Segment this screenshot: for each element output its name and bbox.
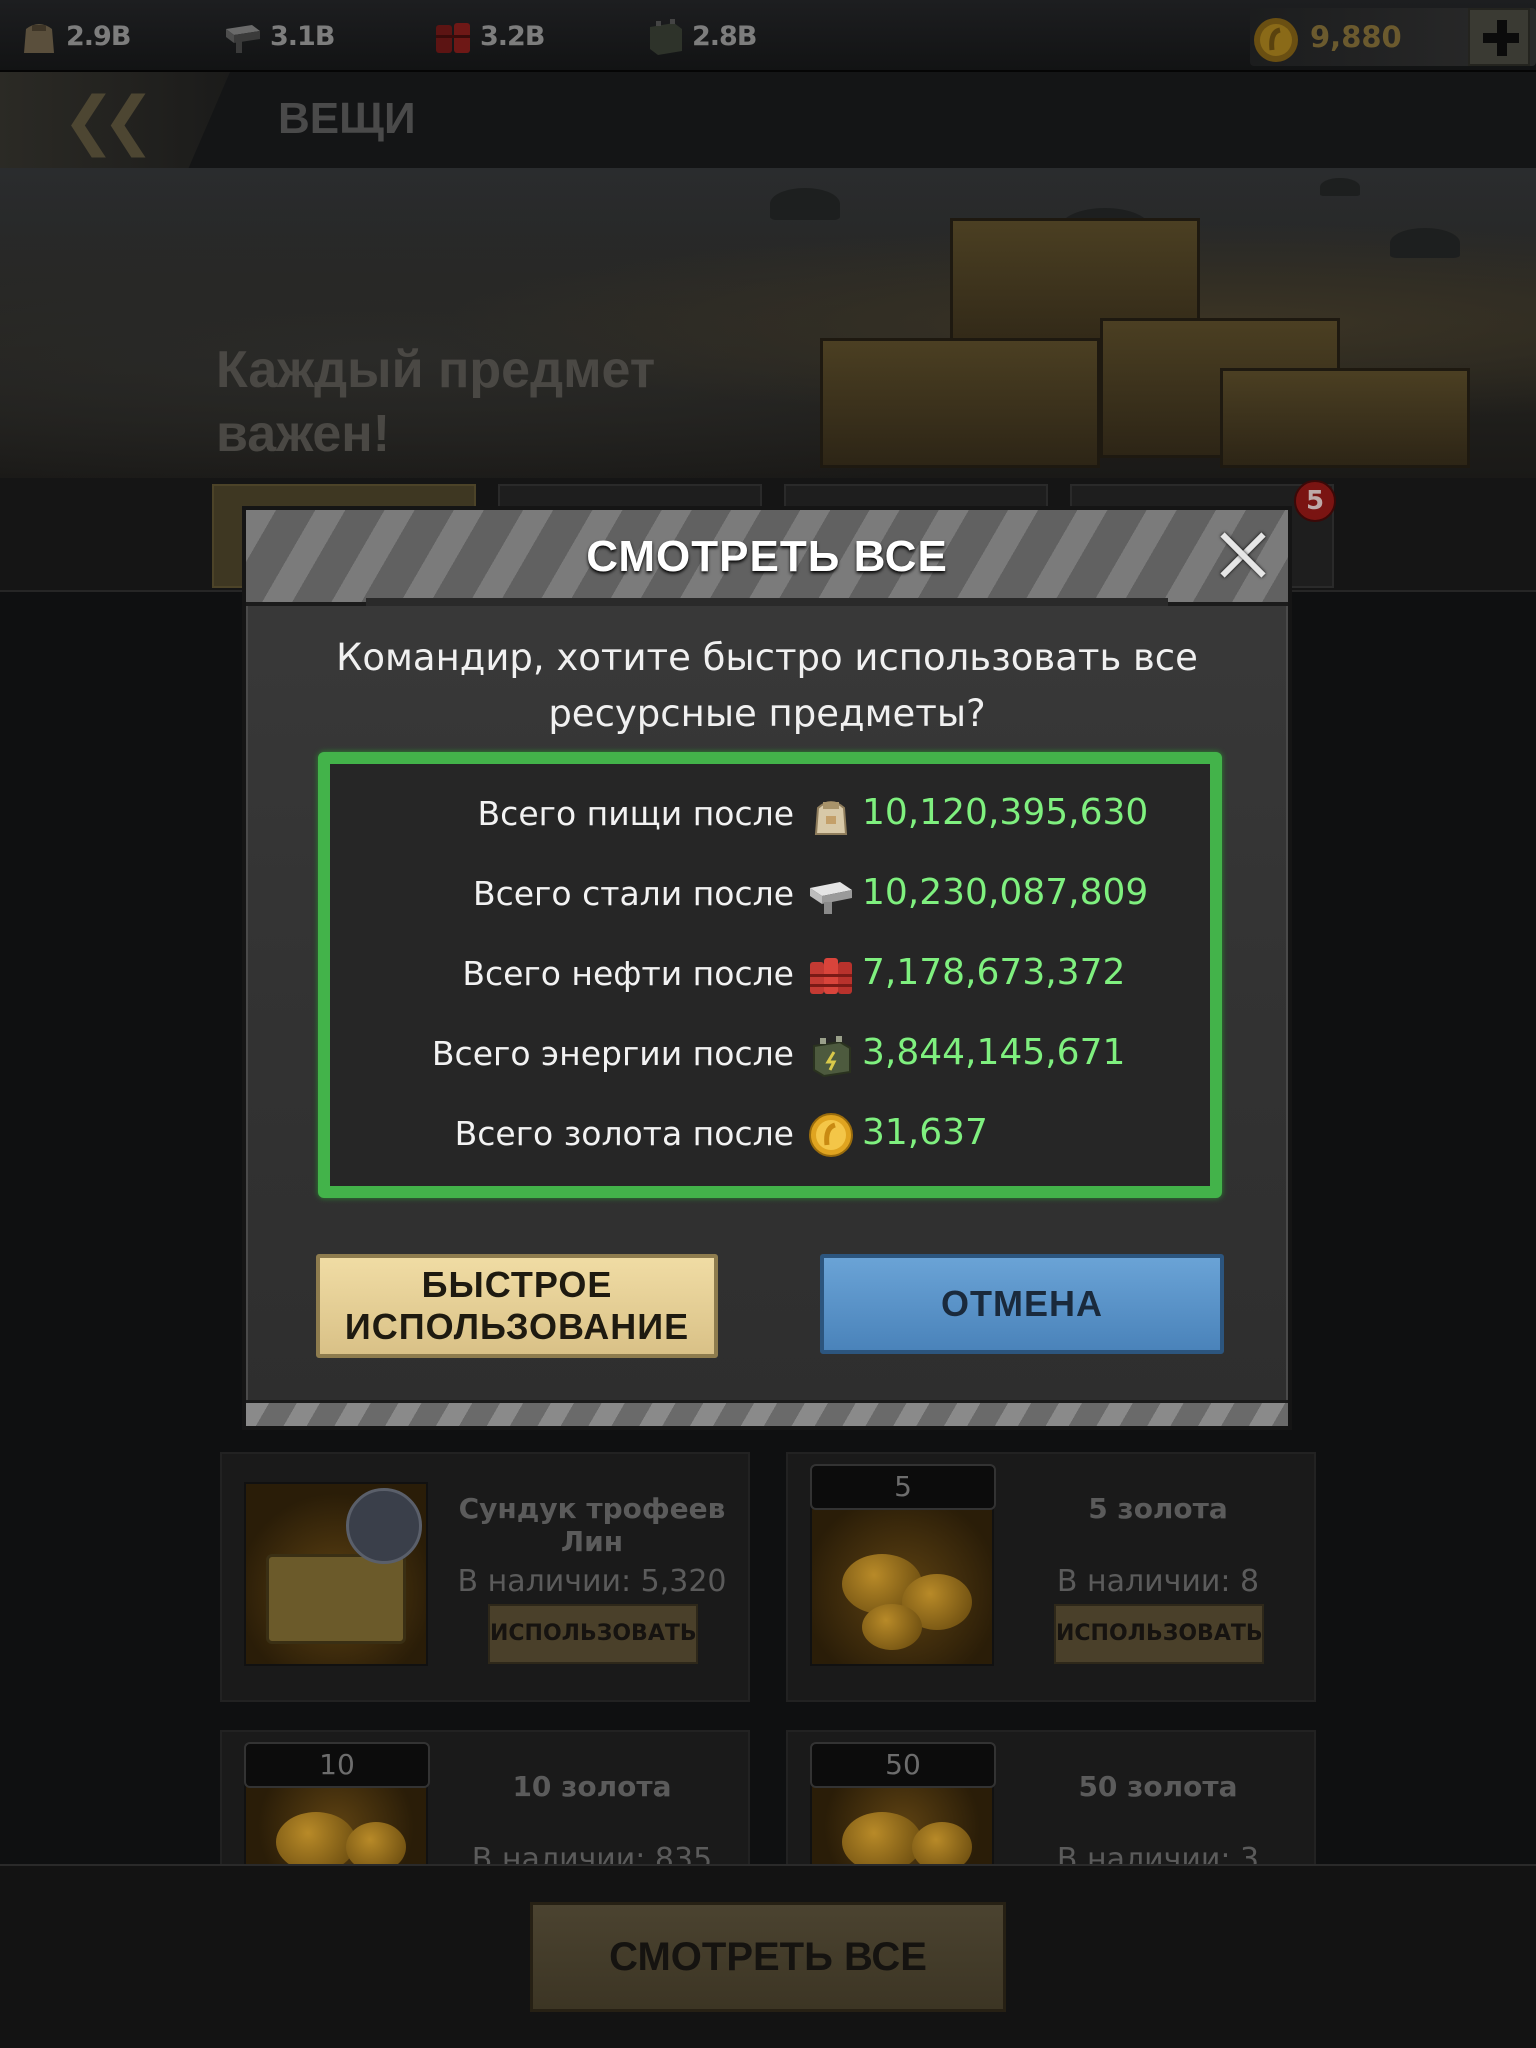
- resource-summary-panel: Всего пищи после 10,120,395,630 Всего ст…: [318, 752, 1222, 1198]
- steel-value: 3.1B: [270, 20, 335, 52]
- oil-barrels-icon: [810, 958, 852, 994]
- energy-resource[interactable]: 2.8B: [644, 14, 757, 58]
- item-name: 50 золота: [1078, 1770, 1238, 1803]
- back-button[interactable]: ❮❮: [0, 72, 230, 168]
- quick-use-label-line-2: ИСПОЛЬЗОВАНИЕ: [344, 1306, 690, 1347]
- summary-value: 7,178,673,372: [862, 952, 1126, 993]
- summary-value: 10,120,395,630: [862, 792, 1149, 833]
- view-all-button[interactable]: СМОТРЕТЬ ВСЕ: [530, 1902, 1006, 2012]
- question-line-2: ресурсные предметы?: [548, 692, 986, 735]
- summary-row-oil: Всего нефти после 7,178,673,372: [330, 942, 1210, 1012]
- close-icon[interactable]: [1218, 530, 1268, 580]
- steel-resource[interactable]: 3.1B: [222, 14, 335, 58]
- tab-notification-badge: 5: [1294, 480, 1336, 522]
- item-quantity-tag: 5: [810, 1464, 996, 1510]
- summary-value: 3,844,145,671: [862, 1032, 1126, 1073]
- summary-label: Всего энергии после: [431, 1034, 794, 1073]
- item-name: 5 золота: [1088, 1492, 1228, 1525]
- food-resource[interactable]: 2.9B: [18, 14, 131, 58]
- item-name: Сундук трофеев Лин: [458, 1492, 726, 1558]
- question-line-1: Командир, хотите быстро использовать все: [336, 636, 1198, 679]
- item-card[interactable]: Сундук трофеев Лин В наличии: 5,320 ИСПО…: [220, 1452, 750, 1702]
- quick-use-dialog: СМОТРЕТЬ ВСЕ Командир, хотите быстро исп…: [242, 506, 1292, 1430]
- battery-icon: [813, 1036, 851, 1078]
- double-chevron-left-icon: ❮❮: [62, 84, 155, 158]
- banner-title: Каждый предмет важен!: [216, 341, 656, 463]
- summary-row-steel: Всего стали после 10,230,087,809: [330, 862, 1210, 932]
- dialog-footer-stripe: [246, 1400, 1288, 1426]
- energy-value: 2.8B: [692, 20, 757, 52]
- summary-label: Всего стали после: [472, 874, 794, 913]
- add-gold-button[interactable]: [1468, 8, 1530, 66]
- oil-resource[interactable]: 3.2B: [432, 14, 545, 58]
- dialog-title: СМОТРЕТЬ ВСЕ: [586, 532, 948, 581]
- oil-barrels-icon: [436, 23, 470, 53]
- item-quantity-tag: 10: [244, 1742, 430, 1788]
- summary-value: 10,230,087,809: [862, 872, 1149, 913]
- summary-row-energy: Всего энергии после 3,844,145,671: [330, 1022, 1210, 1092]
- hero-avatar: [346, 1488, 422, 1564]
- dialog-question: Командир, хотите быстро использовать все…: [286, 630, 1248, 742]
- item-quantity-tag: 50: [810, 1742, 996, 1788]
- item-card[interactable]: 10 10 золота В наличии: 835: [220, 1730, 750, 1877]
- cancel-button[interactable]: ОТМЕНА: [820, 1254, 1224, 1354]
- gold-value: 9,880: [1310, 20, 1402, 54]
- food-value: 2.9B: [66, 20, 131, 52]
- page-title: ВЕЩИ: [278, 94, 416, 143]
- summary-label: Всего золота после: [454, 1114, 794, 1153]
- item-stock: В наличии: 5,320: [457, 1564, 727, 1599]
- item-card[interactable]: 5 5 золота В наличии: 8 ИСПОЛЬЗОВАТЬ: [786, 1452, 1316, 1702]
- quick-use-label-line-1: БЫСТРОЕ: [421, 1264, 613, 1305]
- summary-label: Всего нефти после: [462, 954, 794, 993]
- promo-banner: Каждый предмет важен!: [0, 168, 1536, 478]
- summary-row-gold: Всего золота после 31,637: [330, 1102, 1210, 1172]
- summary-label: Всего пищи после: [477, 794, 794, 833]
- resource-bar: 2.9B 3.1B 3.2B 2.8B 9,880: [0, 0, 1536, 72]
- steel-ingot-icon: [226, 25, 260, 53]
- item-card[interactable]: 50 50 золота В наличии: 3: [786, 1730, 1316, 1877]
- oil-value: 3.2B: [480, 20, 545, 52]
- summary-row-food: Всего пищи после 10,120,395,630: [330, 782, 1210, 852]
- trophy-chest-image: [244, 1482, 428, 1666]
- dialog-header: СМОТРЕТЬ ВСЕ: [246, 510, 1288, 606]
- use-button[interactable]: ИСПОЛЬЗОВАТЬ: [1054, 1604, 1264, 1664]
- gold-coin-icon: [1254, 18, 1298, 62]
- food-sack-icon: [24, 24, 54, 53]
- gold-coin-icon: [809, 1113, 853, 1157]
- item-name: 10 золота: [512, 1770, 672, 1803]
- steel-ingot-icon: [810, 882, 852, 914]
- use-button[interactable]: ИСПОЛЬЗОВАТЬ: [488, 1604, 698, 1664]
- summary-value: 31,637: [862, 1112, 988, 1153]
- battery-icon: [650, 19, 682, 55]
- page-header: ❮❮ ВЕЩИ: [0, 72, 1536, 168]
- food-sack-icon: [814, 801, 848, 835]
- quick-use-button[interactable]: БЫСТРОЕ ИСПОЛЬЗОВАНИЕ: [316, 1254, 718, 1358]
- item-stock: В наличии: 8: [1056, 1564, 1260, 1599]
